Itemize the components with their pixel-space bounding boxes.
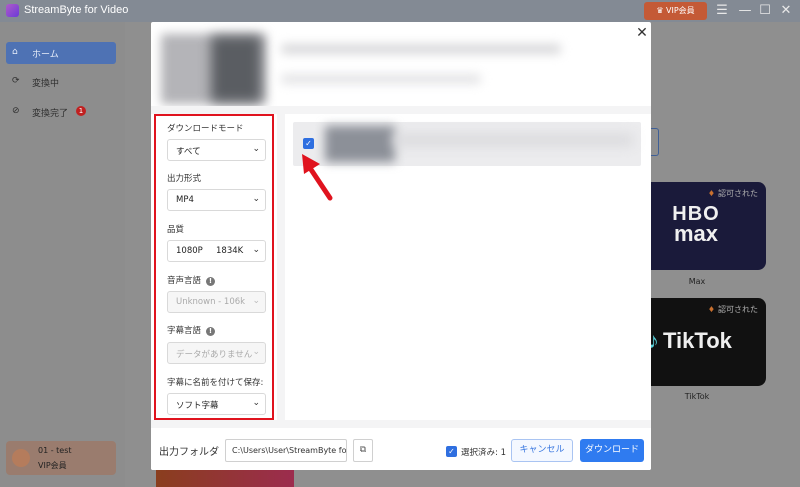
subtitle-language-label: 字幕言語!	[167, 324, 216, 336]
media-header	[151, 22, 651, 106]
cancel-button[interactable]: キャンセル	[511, 439, 573, 462]
authorized-badge: ♦ 認可された	[707, 189, 758, 198]
item-checkbox[interactable]: ✓	[303, 138, 314, 149]
home-icon: ⌂	[12, 47, 18, 57]
select-all-checkbox[interactable]: ✓	[446, 446, 457, 457]
quality-select[interactable]: 1080P 1834K ⌄	[167, 240, 266, 262]
output-format-select[interactable]: MP4 ⌄	[167, 189, 266, 211]
maximize-icon[interactable]: ☐	[757, 3, 773, 19]
annotation-arrow-icon	[302, 154, 333, 201]
chevron-down-icon: ⌄	[252, 144, 260, 154]
info-icon: !	[206, 327, 216, 336]
media-list: ✓	[285, 114, 651, 420]
save-subtitle-label: 字幕に名前を付けて保存:	[167, 378, 264, 388]
chevron-down-icon: ⌄	[252, 398, 260, 408]
output-path-field[interactable]: C:\Users\User\StreamByte fo	[225, 439, 347, 462]
chevron-down-icon: ⌄	[252, 347, 260, 357]
download-mode-label: ダウンロードモード	[167, 124, 244, 134]
user-name: 01 - test	[38, 446, 72, 455]
sidebar-item-label: 変換中	[32, 79, 60, 89]
count-badge: 1	[76, 106, 86, 116]
user-card[interactable]: 01 - test VIP会員	[6, 441, 116, 475]
sidebar-item-completed[interactable]: ⊘ 変換完了 1	[6, 101, 116, 123]
diamond-icon: ♦	[707, 189, 715, 198]
minimize-icon[interactable]: —	[737, 3, 753, 19]
download-mode-select[interactable]: すべて ⌄	[167, 139, 266, 161]
output-format-label: 出力形式	[167, 174, 202, 184]
sidebar-item-home[interactable]: ⌂ ホーム	[6, 42, 116, 64]
chevron-down-icon: ⌄	[252, 194, 260, 204]
menu-icon[interactable]: ☰	[714, 3, 730, 19]
settings-panel: ダウンロードモード すべて ⌄ 出力形式 MP4 ⌄ 品質 1080P 1834…	[157, 114, 277, 420]
list-item[interactable]: ✓	[293, 122, 641, 166]
chevron-down-icon: ⌄	[252, 245, 260, 255]
close-icon[interactable]: ✕	[635, 25, 649, 41]
avatar	[12, 449, 30, 467]
download-dialog: ✕ ダウンロードモード すべて ⌄ 出力形式 MP4 ⌄ 品質 1080P 18…	[151, 22, 651, 470]
audio-language-select[interactable]: Unknown - 106k ⌄	[167, 291, 266, 313]
subtitle-language-select[interactable]: データがありません ⌄	[167, 342, 266, 364]
save-subtitle-select[interactable]: ソフト字幕 ⌄	[167, 393, 266, 415]
item-title-blurred	[393, 134, 633, 146]
window-close-icon[interactable]: ✕	[778, 3, 794, 19]
max-logo: HBO max	[672, 203, 720, 246]
check-circle-icon: ⊘	[12, 106, 20, 116]
tiktok-logo: ♪ TikTok	[648, 328, 732, 353]
blurred-info	[281, 74, 481, 84]
diamond-icon: ♦	[707, 305, 715, 314]
service-card-partial[interactable]	[156, 468, 294, 487]
chevron-down-icon: ⌄	[252, 296, 260, 306]
quality-label: 品質	[167, 225, 185, 235]
app-logo-icon	[6, 4, 19, 17]
info-icon: !	[206, 277, 216, 286]
sidebar-item-label: ホーム	[32, 50, 59, 60]
converting-icon: ⟳	[12, 76, 20, 86]
user-status: VIP会員	[38, 461, 67, 470]
app-title: StreamByte for Video	[24, 4, 129, 16]
title-bar: StreamByte for Video ♛ VIP会員 ☰ — ☐ ✕	[0, 0, 800, 22]
sidebar: ⌂ ホーム ⟳ 変換中 ⊘ 変換完了 1	[0, 22, 125, 487]
blurred-title	[281, 44, 561, 54]
vip-button[interactable]: ♛ VIP会員	[644, 2, 707, 20]
selected-count: 選択済み: 1	[461, 448, 506, 458]
download-button[interactable]: ダウンロード	[580, 439, 644, 462]
audio-language-label: 音声言語!	[167, 274, 216, 286]
folder-icon: ⧉	[359, 445, 367, 455]
browse-folder-button[interactable]: ⧉	[353, 439, 373, 462]
dialog-footer: 出力フォルダ C:\Users\User\StreamByte fo ⧉ ✓ 選…	[151, 428, 651, 470]
authorized-badge: ♦ 認可された	[707, 305, 758, 314]
sidebar-item-converting[interactable]: ⟳ 変換中	[6, 71, 116, 93]
sidebar-item-label: 変換完了	[32, 109, 69, 119]
output-folder-label: 出力フォルダ	[159, 447, 219, 458]
